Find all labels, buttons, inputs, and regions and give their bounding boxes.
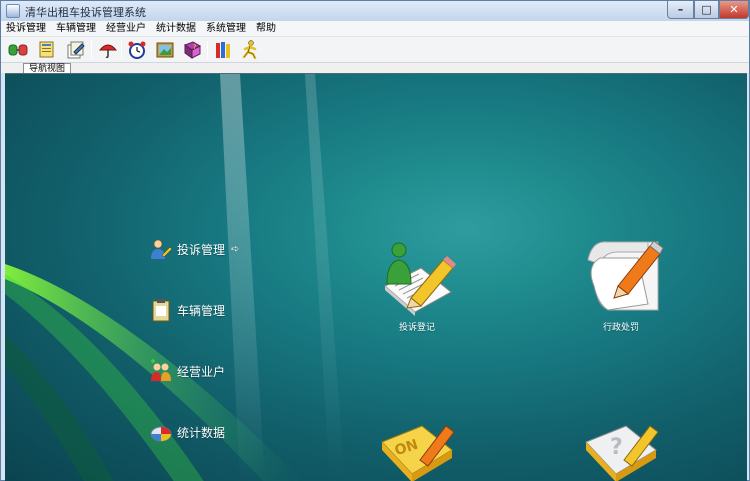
menu-bar: 投诉管理 车辆管理 经营业户 统计数据 系统管理 帮助 [1,21,749,37]
minimize-button[interactable]: – [667,1,694,19]
close-button[interactable]: ✕ [719,1,749,19]
alarm-clock-icon[interactable] [126,39,148,61]
nav-label: 投诉管理 [177,242,226,257]
svg-text:?: ? [193,44,196,51]
nav-item-complaint-management[interactable]: 投诉管理 ➪ [149,236,239,262]
menu-complaint-management[interactable]: 投诉管理 [1,21,51,37]
menu-vehicle-management[interactable]: 车辆管理 [51,21,101,37]
function-administrative-penalty[interactable]: 行政处罚 [561,234,681,333]
nav-label: 经营业户 [177,364,226,379]
user-complaint-icon [151,239,173,259]
nav-item-operators[interactable]: 经营业户 [149,358,225,384]
title-bar[interactable]: 清华出租车投诉管理系统 – □ ✕ [1,1,749,21]
help-book-icon[interactable]: ? [181,39,203,61]
on-notepad-icon: ON [381,425,455,481]
app-window: 清华出租车投诉管理系统 – □ ✕ 投诉管理 车辆管理 经营业户 统计数据 系统… [0,0,750,481]
picture-icon[interactable] [154,39,176,61]
active-arrow-icon: ➪ [231,243,240,255]
users-group-icon [151,359,171,381]
nav-item-vehicle-management[interactable]: 车辆管理 [149,297,225,323]
question-notepad-icon: ? [585,425,659,481]
penalty-document-icon [587,240,664,311]
function-on-notepad[interactable]: ON [357,416,477,481]
chart-disc-icon [150,426,172,442]
navigation-view-panel: 投诉管理 ➪ 车辆管理 经营业户 统计数据 投诉登记 行政处罚 ON ? [5,73,747,481]
svg-text:?: ? [610,435,623,460]
app-icon [6,4,20,18]
clipboard-icon [152,299,170,322]
books-icon[interactable] [212,39,234,61]
function-label: 行政处罚 [602,323,639,333]
window-title: 清华出租车投诉管理系统 [25,6,146,19]
function-complaint-register[interactable]: 投诉登记 [357,234,477,333]
nav-label: 车辆管理 [177,303,226,318]
tab-strip [1,63,749,73]
toolbar-separator [207,41,208,59]
toolbar: ? [1,37,749,63]
function-question-notepad[interactable]: ? [561,416,681,481]
maximize-button[interactable]: □ [694,1,719,19]
toolbar-separator [91,41,92,59]
documents-icon[interactable] [36,39,58,61]
edit-documents-icon[interactable] [65,39,87,61]
menu-statistics[interactable]: 统计数据 [151,21,201,37]
exit-runner-icon[interactable] [239,39,261,61]
umbrella-icon[interactable] [97,39,119,61]
menu-system-management[interactable]: 系统管理 [201,21,251,37]
connect-icon[interactable] [7,39,29,61]
function-label: 投诉登记 [398,323,435,333]
toolbar-separator [121,41,122,59]
nav-label: 统计数据 [177,425,226,440]
menu-operators[interactable]: 经营业户 [101,21,151,37]
complaint-register-icon [384,242,456,316]
menu-help[interactable]: 帮助 [251,21,281,37]
nav-item-statistics[interactable]: 统计数据 [149,419,225,445]
